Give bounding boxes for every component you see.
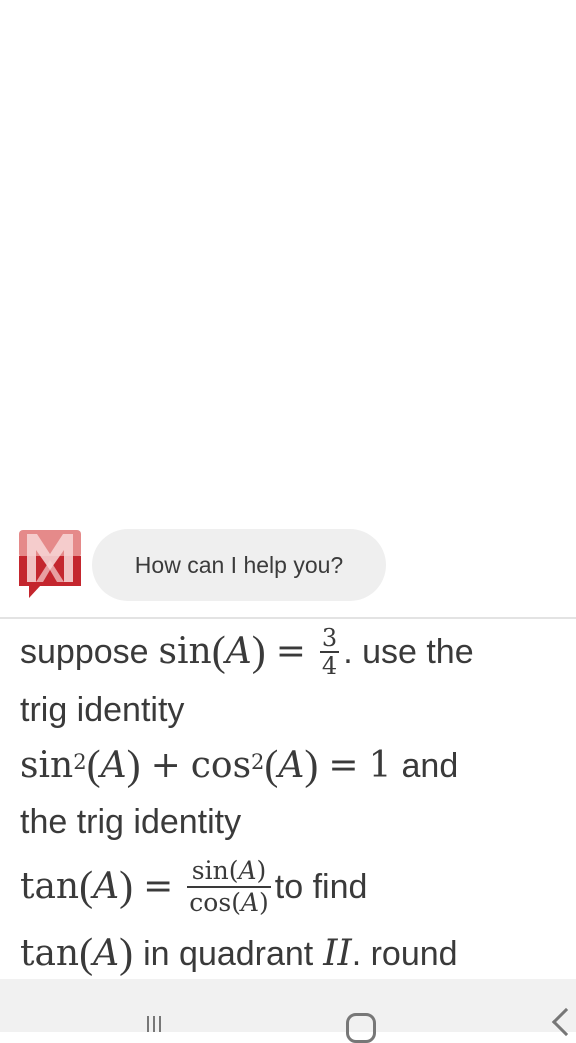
question-line: trig identity bbox=[20, 682, 565, 738]
exponent: 2 bbox=[73, 750, 87, 774]
greeting-text: How can I help you? bbox=[134, 551, 344, 578]
text: the trig identity bbox=[20, 803, 242, 841]
question-line: the trig identity bbox=[20, 794, 565, 850]
math-eq: = bbox=[143, 866, 174, 907]
math-fn: cos bbox=[189, 888, 232, 917]
question-line: sin 2(A) + cos 2(A) = 1 and bbox=[20, 738, 565, 794]
numerator: sin(A) bbox=[191, 856, 267, 885]
question-line: tan(A) = sin(A) cos(A) to find bbox=[20, 856, 368, 918]
text: and bbox=[401, 747, 459, 785]
text: in quadrant bbox=[143, 935, 314, 973]
math-fn: sin bbox=[191, 856, 229, 885]
home-icon[interactable] bbox=[346, 1013, 376, 1043]
denominator: 4 bbox=[321, 652, 338, 680]
mathway-logo-icon bbox=[19, 530, 81, 598]
assistant-greeting-bubble: How can I help you? bbox=[92, 529, 386, 601]
text: . round bbox=[351, 935, 458, 973]
denominator: cos(A) bbox=[189, 888, 269, 917]
recent-apps-icon[interactable] bbox=[147, 1016, 163, 1032]
math-fn: tan bbox=[20, 866, 80, 907]
math-fn: tan bbox=[20, 933, 80, 974]
blank-area bbox=[0, 0, 576, 520]
divider bbox=[0, 617, 576, 619]
math-var: A bbox=[278, 745, 305, 786]
text: . use the bbox=[343, 633, 474, 671]
question-text: suppose sin(A) = 3 4 . use the trig iden… bbox=[20, 622, 565, 984]
exponent: 2 bbox=[251, 750, 265, 774]
math-var: A bbox=[240, 888, 260, 917]
math-fn: sin bbox=[158, 631, 212, 672]
math-eq: = bbox=[328, 745, 359, 786]
math-op: + bbox=[150, 745, 181, 786]
math-var: A bbox=[225, 631, 252, 672]
numerator: 3 bbox=[321, 624, 338, 652]
question-line: suppose sin(A) = 3 4 . use the bbox=[20, 624, 474, 680]
math-fn: sin bbox=[20, 745, 74, 786]
fraction: sin(A) cos(A) bbox=[187, 856, 271, 918]
math-var: A bbox=[93, 866, 120, 907]
math-eq: = bbox=[275, 631, 306, 672]
text: trig identity bbox=[20, 691, 185, 729]
math-var: A bbox=[238, 856, 257, 885]
fraction: 3 4 bbox=[319, 624, 340, 680]
math-var: A bbox=[93, 933, 120, 974]
math-number: 1 bbox=[368, 745, 392, 786]
system-navigation-bar bbox=[0, 979, 576, 1032]
math-var: II bbox=[323, 933, 352, 974]
math-fn: cos bbox=[190, 745, 252, 786]
question-line: tan(A) in quadrant II. round bbox=[20, 924, 565, 984]
math-var: A bbox=[100, 745, 127, 786]
text: suppose bbox=[20, 633, 149, 671]
text: to find bbox=[274, 868, 368, 906]
